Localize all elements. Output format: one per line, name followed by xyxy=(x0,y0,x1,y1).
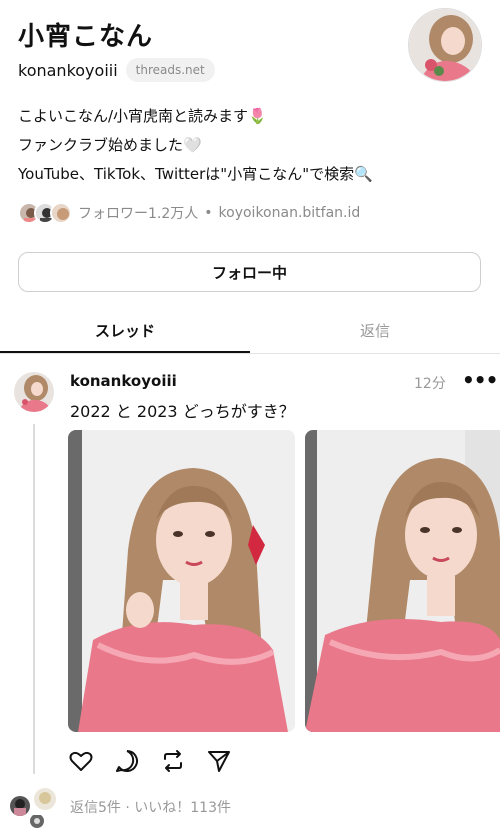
post-avatar[interactable] xyxy=(14,372,54,412)
post-timestamp: 12分 xyxy=(414,376,446,392)
profile-handle: konankoyoiii xyxy=(18,60,118,80)
reply-avatars[interactable] xyxy=(10,788,60,830)
tab-replies[interactable]: 返信 xyxy=(250,310,500,353)
post-username[interactable]: konankoyoiii xyxy=(70,372,177,390)
reply-avatar xyxy=(34,788,56,810)
profile-name: 小宵こなん xyxy=(18,22,154,52)
share-icon[interactable] xyxy=(206,748,232,774)
bio-line: ファンクラブ始めました🤍 xyxy=(18,136,202,154)
heart-icon[interactable] xyxy=(68,748,94,774)
thread-line xyxy=(33,424,35,774)
profile-link[interactable]: koyoikonan.bitfan.id xyxy=(219,205,361,221)
tab-threads[interactable]: スレッド xyxy=(0,310,250,353)
bio-line: YouTube、TikTok、Twitterは"小宵こなん"で検索🔍 xyxy=(18,165,373,183)
reply-avatar xyxy=(10,796,30,816)
domain-chip[interactable]: threads.net xyxy=(125,58,215,82)
profile-avatar[interactable] xyxy=(408,8,482,82)
post-actions xyxy=(68,748,232,774)
separator-dot: • xyxy=(204,205,213,221)
more-icon[interactable]: ••• xyxy=(462,368,498,392)
post-photo[interactable] xyxy=(305,430,500,732)
follower-avatar xyxy=(50,202,72,224)
bio-line: こよいこなん/小宵虎南と読みます🌷 xyxy=(18,107,267,125)
reply-avatar xyxy=(30,814,44,828)
post-stats[interactable]: 返信5件 · いいね！113件 xyxy=(70,797,231,817)
followers-row: フォロワー1.2万人 • koyoikonan.bitfan.id xyxy=(18,202,360,224)
profile-tabs: スレッド 返信 xyxy=(0,310,500,354)
follower-avatars[interactable] xyxy=(18,202,72,224)
follower-count[interactable]: フォロワー1.2万人 xyxy=(78,203,198,223)
comment-icon[interactable] xyxy=(114,748,140,774)
repost-icon[interactable] xyxy=(160,748,186,774)
profile-bio: こよいこなん/小宵虎南と読みます🌷 ファンクラブ始めました🤍 YouTube、T… xyxy=(18,102,373,189)
following-button[interactable]: フォロー中 xyxy=(18,252,481,292)
post-text: 2022 と 2023 どっちがすき？ xyxy=(70,402,295,421)
post-photo[interactable] xyxy=(68,430,295,732)
handle-row: konankoyoiii threads.net xyxy=(18,58,215,82)
